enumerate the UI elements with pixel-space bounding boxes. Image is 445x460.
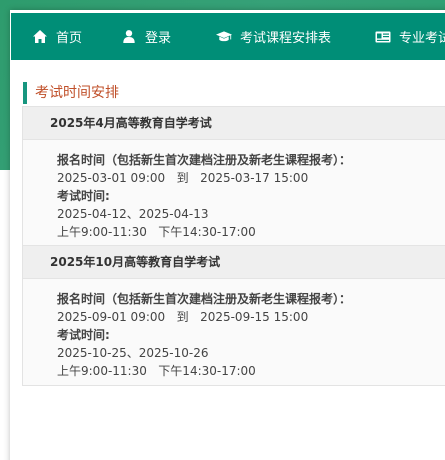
registration-to: 到 [176,171,189,185]
registration-period: 2025-03-01 09:00 到 2025-03-17 15:00 [57,169,351,187]
registration-end: 2025-09-15 15:00 [200,310,309,324]
exam-title: 2025年10月高等教育自学考试 [23,246,445,279]
registration-label: 报名时间（包括新生首次建档注册及新老生课程报考）： [57,292,352,306]
exam-sessions: 上午9:00-11:30 下午14:30-17:00 [57,364,256,378]
registration-start: 2025-03-01 09:00 [57,171,166,185]
graduation-cap-icon [216,29,233,45]
registration-to: 到 [176,310,189,324]
registration-period: 2025-09-01 09:00 到 2025-09-15 15:00 [57,308,351,326]
nav-item-major-exam[interactable]: 专业考试 [375,13,445,60]
exam-schedule-panel: 2025年4月高等教育自学考试 报名时间（包括新生首次建档注册及新老生课程报考）… [22,106,445,386]
id-card-icon [375,29,391,45]
registration-start: 2025-09-01 09:00 [57,310,166,324]
registration-end: 2025-03-17 15:00 [200,171,309,185]
nav-item-home[interactable]: 首页 [32,13,82,60]
section-title: 考试时间安排 [23,82,445,104]
registration-label: 报名时间（包括新生首次建档注册及新老生课程报考）： [57,153,352,167]
exam-time-label: 考试时间: [57,189,110,203]
nav-item-label: 登录 [145,31,172,46]
nav-item-login[interactable]: 登录 [121,13,171,60]
main-navbar: 首页 登录 考试课程安排表 专业考试 [11,13,445,60]
exam-dates: 2025-04-12、2025-04-13 [57,207,209,221]
exam-title: 2025年4月高等教育自学考试 [23,107,445,140]
exam-details: 报名时间（包括新生首次建档注册及新老生课程报考）： 2025-03-01 09:… [57,151,351,241]
nav-item-course-schedule[interactable]: 考试课程安排表 [216,13,331,60]
exam-time-label: 考试时间: [57,328,110,342]
home-icon [32,29,48,45]
exam-dates: 2025-10-25、2025-10-26 [57,346,209,360]
nav-item-label: 考试课程安排表 [240,31,332,46]
exam-sessions: 上午9:00-11:30 下午14:30-17:00 [57,225,256,239]
nav-item-label: 首页 [56,31,83,46]
user-icon [121,29,137,45]
exam-details: 报名时间（包括新生首次建档注册及新老生课程报考）： 2025-09-01 09:… [57,290,351,380]
nav-item-label: 专业考试 [399,31,445,46]
